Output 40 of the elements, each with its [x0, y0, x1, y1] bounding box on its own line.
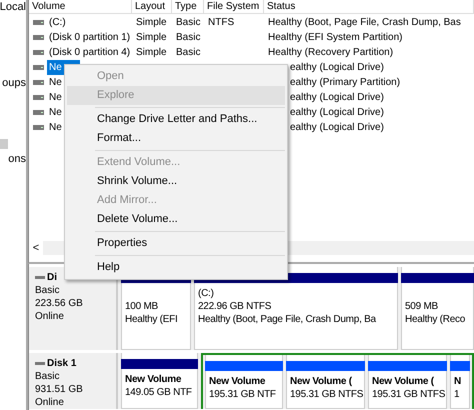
disk-detail: 223.56 GB — [35, 297, 84, 310]
partition-size: 195.31 GB NTFS — [290, 388, 364, 401]
table-cell-text: Basic — [175, 16, 202, 30]
disk-detail: Online — [35, 310, 65, 323]
partition-name: N — [454, 375, 462, 388]
table-cell-text: ealthy (Logical Drive) — [289, 91, 385, 105]
partition-size: 1 — [454, 388, 460, 401]
partition-status: Healthy (EFI — [125, 313, 179, 326]
table-cell-text: Healthy (EFI System Partition) — [267, 31, 404, 45]
partition-name: New Volume ( — [290, 375, 353, 388]
table-cell-text: Basic — [175, 31, 202, 45]
disk-detail: Online — [35, 396, 65, 409]
partition-size: 222.96 GB NTFS — [198, 300, 272, 313]
disk-name: Disk 1 — [47, 357, 76, 370]
disk-detail: Basic — [35, 284, 60, 297]
partition-size: 149.05 GB NTF — [125, 386, 193, 399]
disk-detail: Basic — [35, 370, 60, 383]
partition-size: 100 MB — [125, 300, 159, 313]
table-cell-text: Simple — [135, 31, 168, 45]
partition-size: 195.31 GB NTF — [209, 388, 277, 401]
partition-name: (C:) — [198, 287, 215, 300]
table-cell-text: ealthy (Primary Partition) — [289, 76, 402, 90]
table-cell-text: Simple — [135, 16, 168, 30]
table-cell-text: ealthy (Logical Drive) — [289, 61, 385, 75]
table-cell-text: Simple — [135, 46, 168, 60]
partition-size: 509 MB — [405, 300, 439, 313]
table-cell-text: ealthy (Logical Drive) — [289, 121, 385, 135]
partition-status: Healthy (Reco — [405, 313, 466, 326]
partition-name: New Volume ( — [372, 375, 435, 388]
table-cell-text: Healthy (Boot, Page File, Crash Dump, Bas — [267, 16, 462, 30]
partition-name: New Volume — [125, 373, 182, 386]
table-cell-text: Basic — [175, 46, 202, 60]
partition-name: New Volume — [209, 375, 266, 388]
table-cell-text: NTFS — [207, 16, 236, 30]
disk-detail: 931.51 GB — [35, 383, 84, 396]
disk-name: Di — [47, 271, 57, 284]
partition-status: Healthy (Boot, Page File, Crash Dump, Ba — [198, 313, 377, 326]
table-cell-text: Healthy (Recovery Partition) — [267, 46, 394, 60]
partition-size: 195.31 GB NTFS — [372, 388, 446, 401]
table-cell-text: ealthy (Logical Drive) — [289, 106, 385, 120]
